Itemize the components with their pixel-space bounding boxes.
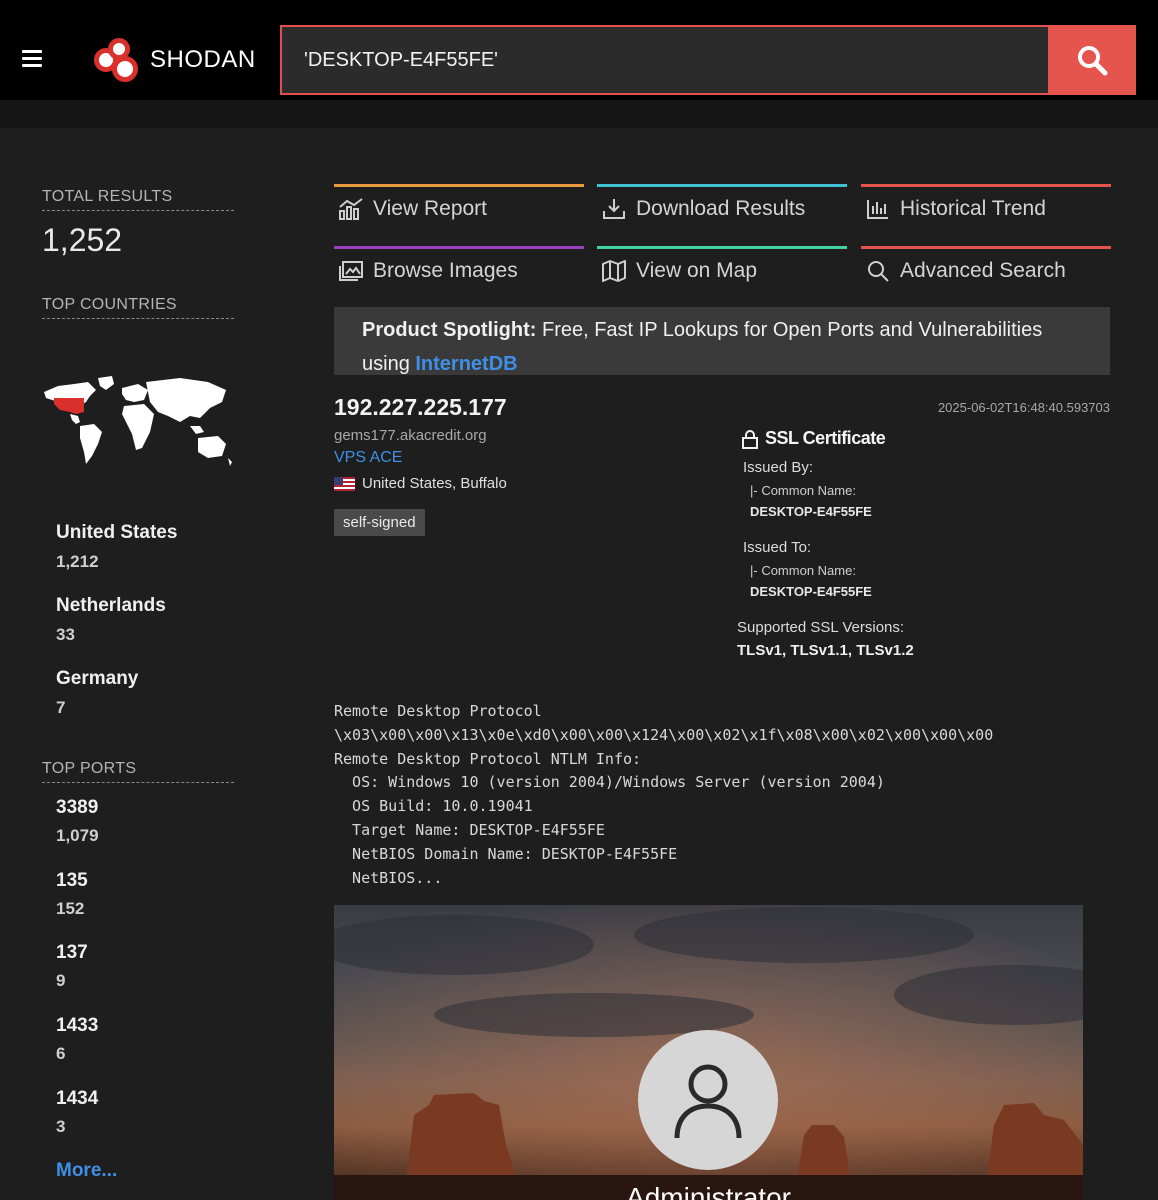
result-org-link[interactable]: VPS ACE: [334, 449, 402, 467]
view-report-label: View Report: [373, 197, 488, 220]
accent-bar: [861, 184, 1111, 187]
ssl-title-text: SSL Certificate: [765, 428, 886, 448]
issued-by-label: Issued By:: [743, 459, 814, 476]
search-icon: [1078, 46, 1108, 76]
banner-line: OS: Windows 10 (version 2004)/Windows Se…: [334, 773, 885, 792]
total-results-label: TOTAL RESULTS: [42, 188, 234, 211]
ssl-versions-value: TLSv1, TLSv1.1, TLSv1.2: [737, 642, 914, 659]
ssl-certificate-title: SSL Certificate: [740, 428, 886, 449]
result-hostname: gems177.akacredit.org: [334, 427, 487, 444]
product-spotlight: Product Spotlight: Free, Fast IP Lookups…: [334, 307, 1110, 375]
result-timestamp: 2025-06-02T16:48:40.593703: [937, 400, 1110, 415]
brand-name: SHODAN: [150, 46, 256, 73]
spotlight-prefix: Product Spotlight:: [362, 319, 537, 341]
port-number[interactable]: 3389: [56, 797, 98, 819]
spotlight-text: using: [362, 353, 416, 375]
top-navbar: SHODAN: [0, 0, 1158, 128]
country-name[interactable]: Netherlands: [56, 595, 166, 617]
username-label: Administrator: [626, 1182, 791, 1200]
top-countries-label: TOP COUNTRIES: [42, 296, 234, 319]
port-count: 3: [56, 1117, 66, 1136]
port-number[interactable]: 137: [56, 942, 88, 964]
download-results-label: Download Results: [636, 197, 806, 220]
advanced-search-label: Advanced Search: [900, 259, 1066, 282]
map-icon: [601, 258, 627, 284]
lock-icon: [742, 429, 758, 449]
chart-icon: [338, 196, 364, 222]
banner-line: NetBIOS...: [334, 868, 443, 887]
more-ports-link[interactable]: More...: [56, 1160, 117, 1182]
user-icon: [674, 1064, 742, 1139]
search-icon: [865, 258, 891, 284]
accent-bar: [861, 246, 1111, 249]
search-box[interactable]: [280, 25, 1050, 95]
logo-icon: [92, 36, 142, 84]
port-count: 6: [56, 1044, 66, 1063]
issued-to-cn-value: DESKTOP-E4F55FE: [750, 584, 872, 599]
download-icon: [601, 196, 627, 222]
us-flag-icon: [334, 476, 355, 491]
location-text: United States, Buffalo: [362, 475, 507, 492]
port-count: 152: [56, 899, 85, 918]
search-button[interactable]: [1048, 25, 1136, 95]
shodan-logo[interactable]: SHODAN: [92, 36, 256, 84]
banner-line: Remote Desktop Protocol NTLM Info:: [334, 749, 642, 768]
self-signed-tag[interactable]: self-signed: [334, 509, 425, 536]
country-name[interactable]: Germany: [56, 668, 138, 690]
result-location: United States, Buffalo: [334, 475, 507, 492]
port-number[interactable]: 135: [56, 870, 88, 892]
download-results-button[interactable]: Download Results: [597, 184, 847, 234]
internetdb-link[interactable]: InternetDB: [415, 353, 517, 375]
result-ip[interactable]: 192.227.225.177: [334, 394, 507, 421]
country-name[interactable]: United States: [56, 522, 177, 544]
historical-trend-button[interactable]: Historical Trend: [861, 184, 1111, 234]
issued-by-cn-label: |- Common Name:: [750, 483, 856, 498]
port-count: 9: [56, 971, 66, 990]
menu-icon[interactable]: [22, 50, 42, 68]
banner-line: OS Build: 10.0.19041: [334, 797, 533, 816]
total-results-value: 1,252: [42, 222, 123, 258]
search-input[interactable]: [304, 48, 1004, 72]
banner-line: \x03\x00\x00\x13\x0e\xd0\x00\x00\x124\x0…: [334, 725, 994, 744]
view-on-map-label: View on Map: [636, 259, 758, 282]
view-on-map-button[interactable]: View on Map: [597, 246, 847, 296]
images-icon: [338, 258, 364, 284]
navbar-stripe: [0, 100, 1158, 128]
accent-bar: [597, 246, 847, 249]
advanced-search-button[interactable]: Advanced Search: [861, 246, 1111, 296]
issued-to-cn-label: |- Common Name:: [750, 563, 856, 578]
accent-bar: [597, 184, 847, 187]
port-count: 1,079: [56, 826, 99, 845]
banner-line: Remote Desktop Protocol: [334, 702, 542, 720]
world-map: [44, 376, 232, 466]
issued-to-label: Issued To:: [743, 539, 812, 556]
view-report-button[interactable]: View Report: [334, 184, 584, 234]
historical-trend-label: Historical Trend: [900, 197, 1046, 220]
banner-line: Target Name: DESKTOP-E4F55FE: [334, 820, 605, 839]
browse-images-label: Browse Images: [373, 259, 518, 282]
country-count: 1,212: [56, 552, 99, 571]
service-banner: Remote Desktop Protocol \x03\x00\x00\x13\…: [334, 700, 993, 890]
ssl-versions-label: Supported SSL Versions:: [737, 619, 905, 636]
spotlight-text: Free, Fast IP Lookups for Open Ports and…: [536, 319, 1043, 341]
accent-bar: [334, 184, 584, 187]
banner-line: NetBIOS Domain Name: DESKTOP-E4F55FE: [334, 844, 678, 863]
accent-bar: [334, 246, 584, 249]
port-number[interactable]: 1433: [56, 1015, 98, 1037]
bar-chart-icon: [865, 196, 891, 222]
issued-by-cn-value: DESKTOP-E4F55FE: [750, 504, 872, 519]
country-count: 7: [56, 698, 66, 717]
rdp-screenshot[interactable]: Administrator: [334, 905, 1083, 1200]
port-number[interactable]: 1434: [56, 1088, 98, 1110]
country-count: 33: [56, 625, 75, 644]
user-avatar[interactable]: [638, 1030, 778, 1170]
browse-images-button[interactable]: Browse Images: [334, 246, 584, 296]
top-ports-label: TOP PORTS: [42, 760, 234, 783]
